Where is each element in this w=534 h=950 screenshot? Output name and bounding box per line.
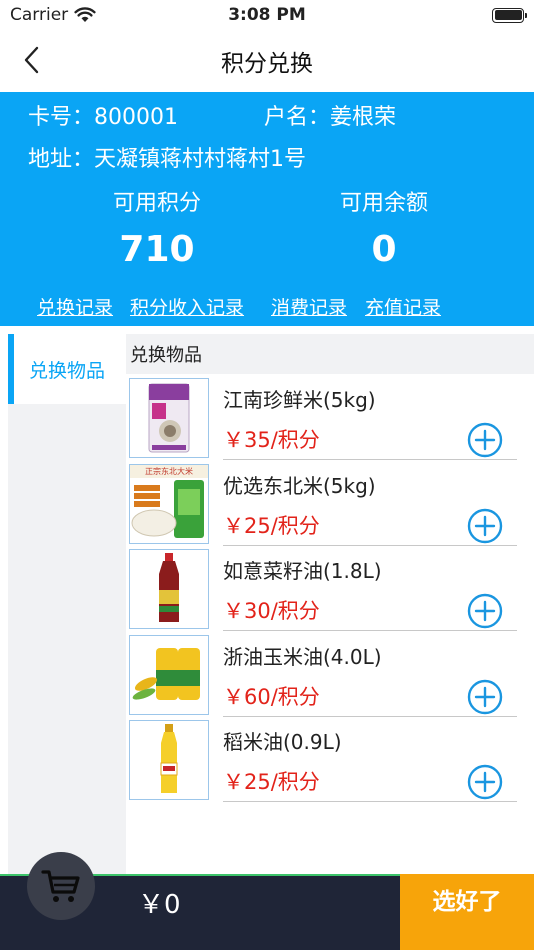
product-name: 浙油玉米油(4.0L) xyxy=(223,645,382,669)
product-row[interactable]: 正宗东北大米 优选东北米(5kg) ￥25/积分 xyxy=(126,462,534,548)
product-row[interactable]: 浙油玉米油(4.0L) ￥60/积分 xyxy=(126,633,534,719)
row-divider xyxy=(223,716,517,717)
section-header: 兑换物品 xyxy=(126,334,534,374)
product-name: 如意菜籽油(1.8L) xyxy=(223,559,382,583)
points-value: 710 xyxy=(119,229,195,270)
account-address: 地址：天凝镇蒋村村蒋村1号 xyxy=(28,147,306,172)
product-list: 兑换物品 江南珍鲜米(5kg) ￥35/积分 正宗东北大米 优选东北米(5kg)… xyxy=(126,334,534,874)
account-info-panel: 卡号：800001 户名：姜根荣 地址：天凝镇蒋村村蒋村1号 可用积分 可用余额… xyxy=(0,92,534,326)
plus-circle-icon xyxy=(467,764,503,800)
product-name: 优选东北米(5kg) xyxy=(223,474,376,498)
cart-button[interactable] xyxy=(27,852,95,920)
product-row[interactable]: 如意菜籽油(1.8L) ￥30/积分 xyxy=(126,547,534,633)
product-price: ￥35/积分 xyxy=(223,428,320,452)
product-name: 江南珍鲜米(5kg) xyxy=(223,388,376,412)
rapeseed-oil-image xyxy=(129,549,209,629)
product-price: ￥30/积分 xyxy=(223,599,320,623)
points-label: 可用积分 xyxy=(112,191,201,216)
northeast-rice-image: 正宗东北大米 xyxy=(129,464,209,544)
back-button[interactable] xyxy=(14,42,50,78)
rice-bag-image xyxy=(129,378,209,458)
sidebar-item-exchange-goods[interactable]: 兑换物品 xyxy=(8,334,126,404)
consumption-record-link[interactable]: 消费记录 xyxy=(271,293,347,320)
corn-oil-image xyxy=(129,635,209,715)
exchange-record-link[interactable]: 兑换记录 xyxy=(37,293,113,320)
points-income-record-link[interactable]: 积分收入记录 xyxy=(130,293,244,320)
rice-oil-image xyxy=(129,720,209,800)
carrier-label: Carrier xyxy=(10,5,69,25)
plus-circle-icon xyxy=(467,679,503,715)
product-price: ￥25/积分 xyxy=(223,514,320,538)
add-to-cart-button[interactable] xyxy=(467,764,503,800)
add-to-cart-button[interactable] xyxy=(467,679,503,715)
thumb-caption: 正宗东北大米 xyxy=(145,467,193,476)
plus-circle-icon xyxy=(467,508,503,544)
product-price: ￥25/积分 xyxy=(223,770,320,794)
card-number: 卡号：800001 xyxy=(28,105,178,130)
product-price: ￥60/积分 xyxy=(223,685,320,709)
balance-label: 可用余额 xyxy=(339,191,428,216)
status-bar: Carrier 3:08 PM xyxy=(0,0,534,30)
add-to-cart-button[interactable] xyxy=(467,593,503,629)
add-to-cart-button[interactable] xyxy=(467,508,503,544)
row-divider xyxy=(223,545,517,546)
row-divider xyxy=(223,459,517,460)
status-left: Carrier xyxy=(10,5,96,25)
wifi-icon xyxy=(74,7,96,22)
row-divider xyxy=(223,630,517,631)
account-name: 户名：姜根荣 xyxy=(264,105,397,130)
product-row[interactable]: 稻米油(0.9L) ￥25/积分 xyxy=(126,718,534,804)
category-sidebar: 兑换物品 xyxy=(8,334,126,874)
shopping-cart-icon xyxy=(41,870,80,902)
plus-circle-icon xyxy=(467,593,503,629)
add-to-cart-button[interactable] xyxy=(467,422,503,458)
battery-icon xyxy=(492,7,527,23)
plus-circle-icon xyxy=(467,422,503,458)
confirm-button[interactable]: 选好了 xyxy=(400,874,534,950)
product-row[interactable]: 江南珍鲜米(5kg) ￥35/积分 xyxy=(126,376,534,462)
product-name: 稻米油(0.9L) xyxy=(223,730,342,754)
row-divider xyxy=(223,801,517,802)
cart-total: ￥0 xyxy=(138,890,181,920)
chevron-left-icon xyxy=(24,46,39,74)
page-title: 积分兑换 xyxy=(221,51,313,77)
recharge-record-link[interactable]: 充值记录 xyxy=(365,293,441,320)
balance-value: 0 xyxy=(371,229,397,270)
nav-bar: 积分兑换 xyxy=(0,30,534,92)
